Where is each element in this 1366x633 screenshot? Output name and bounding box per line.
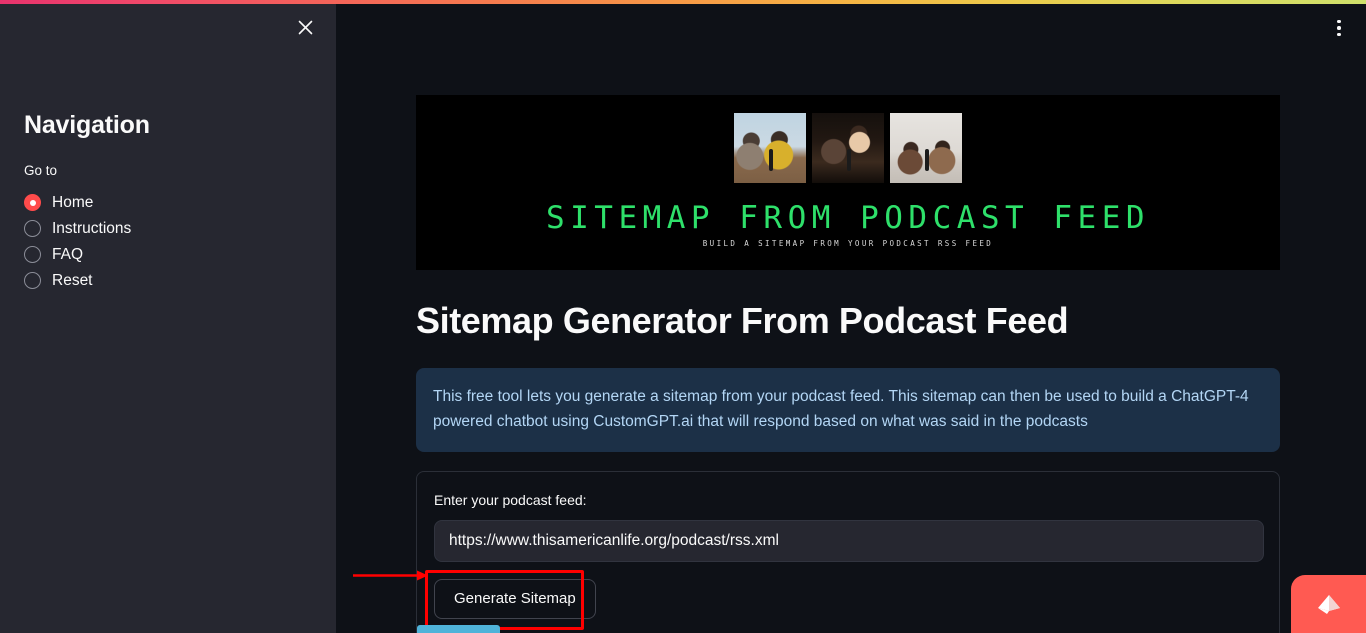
banner-title: SITEMAP FROM PODCAST FEED [545,200,1151,236]
result-progress-bar [417,625,500,633]
podcast-feed-input[interactable] [434,519,1264,562]
sidebar-item-instructions[interactable]: Instructions [24,216,312,242]
page-title: Sitemap Generator From Podcast Feed [416,300,1069,341]
banner-subtitle: BUILD A SITEMAP FROM YOUR PODCAST RSS FE… [702,239,994,248]
info-alert-text: This free tool lets you generate a sitem… [433,388,1249,430]
sidebar-item-reset[interactable]: Reset [24,268,312,294]
radio-group-label: Go to [24,163,58,178]
more-vertical-icon[interactable] [1324,13,1354,43]
annotation-arrow-right-icon [353,570,428,581]
sidebar-item-label: Instructions [52,220,132,238]
sidebar-item-label: Home [52,194,94,212]
sidebar: Navigation Go to Home Instructions FAQ R… [0,0,336,633]
sidebar-title: Navigation [24,111,150,139]
banner-photo-2 [812,113,884,183]
generate-button-wrapper: Generate Sitemap [425,569,596,630]
podcast-feed-label: Enter your podcast feed: [434,491,587,508]
sidebar-item-faq[interactable]: FAQ [24,242,312,268]
radio-icon-reset [24,272,41,290]
generate-sitemap-button[interactable]: Generate Sitemap [434,578,596,619]
hero-banner-image: SITEMAP FROM PODCAST FEED BUILD A SITEMA… [416,95,1280,270]
kebab-dot [1337,26,1341,30]
kebab-dot [1337,32,1341,37]
sidebar-item-label: FAQ [52,246,84,264]
top-gradient-bar [0,0,1366,4]
floating-chat-widget-button[interactable] [1291,575,1366,633]
sidebar-item-label: Reset [52,272,93,290]
radio-icon-instructions [24,220,41,238]
sidebar-item-home[interactable]: Home [24,190,312,216]
banner-photo-strip [734,113,962,183]
kebab-dot [1337,19,1341,24]
banner-photo-1 [734,113,806,183]
sitemap-form-card: Enter your podcast feed: Generate Sitema… [416,470,1280,633]
content-column: SITEMAP FROM PODCAST FEED BUILD A SITEMA… [416,0,1280,633]
app-root: Navigation Go to Home Instructions FAQ R… [0,0,1366,633]
sidebar-content: Navigation Go to Home Instructions FAQ R… [0,0,336,294]
main-content: SITEMAP FROM PODCAST FEED BUILD A SITEMA… [336,0,1366,633]
radio-icon-home [24,194,41,212]
origami-crown-icon [1317,595,1340,614]
info-alert: This free tool lets you generate a sitem… [416,368,1280,452]
radio-icon-faq [24,246,41,264]
banner-photo-3 [890,113,962,183]
